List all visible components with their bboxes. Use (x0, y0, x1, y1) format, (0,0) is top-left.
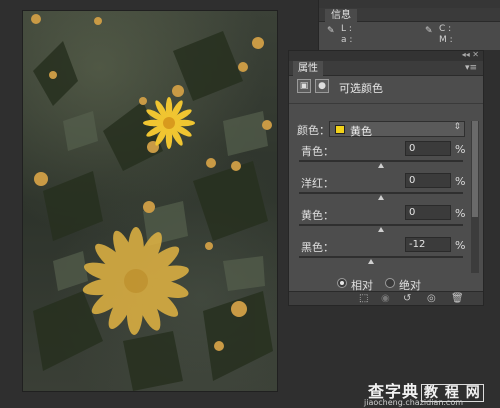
chevron-updown-icon: ⇕ (453, 122, 461, 132)
reset-icon[interactable]: ↺ (403, 293, 411, 304)
yellow-value-input[interactable] (405, 205, 451, 220)
adjustment-header: ▣ ● 可选颜色 (297, 79, 477, 97)
scrollbar-thumb[interactable] (472, 121, 478, 217)
unit-label: % (455, 239, 466, 252)
info-topbar (319, 0, 500, 8)
black-value-input[interactable] (405, 237, 451, 252)
colors-select[interactable]: 黄色 ⇕ (329, 121, 465, 138)
radio-absolute[interactable] (385, 278, 395, 288)
radio-relative[interactable] (337, 278, 347, 288)
clip-to-layer-icon[interactable]: ⬚ (359, 293, 368, 304)
flower-photo (31, 14, 273, 391)
info-cmyk-c: C : (439, 24, 452, 34)
info-tabbar: 信息 (319, 8, 500, 23)
panel-topbar: ◂◂ ✕ (289, 50, 483, 61)
slider-magenta: 洋红： % (297, 173, 467, 200)
adjustment-title: 可选颜色 (339, 82, 383, 95)
color-swatch (335, 125, 345, 134)
slider-thumb[interactable] (378, 195, 384, 200)
watermark-url: jiaocheng.chazidian.com (364, 398, 464, 407)
slider-label: 青色： (301, 145, 334, 158)
properties-tabbar: 属性 ▾≡ (289, 61, 483, 76)
mask-icon[interactable]: ● (315, 79, 329, 93)
panel-collapse-icon[interactable]: ◂◂ ✕ (462, 50, 479, 59)
unit-label: % (455, 207, 466, 220)
properties-footer: ⬚ ◉ ↺ ◎ 🗑 (289, 291, 483, 305)
tab-info[interactable]: 信息 (325, 9, 357, 23)
view-previous-icon[interactable]: ◉ (381, 293, 390, 304)
slider-thumb[interactable] (378, 227, 384, 232)
info-panel: 信息 ✎ L : a : ✎ C : M : (318, 0, 500, 50)
slider-black: 黑色： % (297, 237, 467, 264)
magenta-value-input[interactable] (405, 173, 451, 188)
colors-row: 颜色： 黄色 ⇕ (297, 121, 467, 138)
slider-label: 黑色： (301, 241, 334, 254)
info-lab-l: L : (341, 24, 352, 34)
slider-label: 黄色： (301, 209, 334, 222)
unit-label: % (455, 175, 466, 188)
slider-track[interactable] (299, 160, 463, 162)
divider (289, 103, 483, 104)
eyedropper-icon-cmyk: ✎ (425, 26, 433, 36)
slider-cyan: 青色： % (297, 141, 467, 168)
properties-panel: ◂◂ ✕ 属性 ▾≡ ▣ ● 可选颜色 颜色： 黄色 ⇕ 青色： % 洋红： %… (288, 50, 484, 306)
method-radio-group: 相对 绝对 (337, 277, 457, 292)
daisy-blurred (82, 227, 189, 335)
eyedropper-icon-lab: ✎ (327, 26, 335, 36)
slider-thumb[interactable] (368, 259, 375, 264)
slider-track[interactable] (299, 256, 463, 258)
panel-scrollbar[interactable] (471, 121, 479, 273)
slider-track[interactable] (299, 224, 463, 226)
colors-label: 颜色： (297, 124, 330, 137)
unit-label: % (455, 143, 466, 156)
adjustment-icon[interactable]: ▣ (297, 79, 311, 93)
slider-yellow: 黄色： % (297, 205, 467, 232)
trash-icon[interactable]: 🗑 (451, 293, 464, 304)
cyan-value-input[interactable] (405, 141, 451, 156)
photo-canvas[interactable] (22, 10, 278, 392)
info-lab-a: a : (341, 35, 353, 45)
watermark-logo: 查字典教 程 网 (368, 378, 494, 402)
colors-select-value: 黄色 (350, 125, 372, 138)
panel-menu-icon[interactable]: ▾≡ (465, 63, 477, 73)
info-cmyk-m: M : (439, 35, 453, 45)
slider-thumb[interactable] (378, 163, 384, 168)
slider-track[interactable] (299, 192, 463, 194)
visibility-eye-icon[interactable]: ◎ (427, 293, 436, 304)
slider-label: 洋红： (301, 177, 334, 190)
tab-properties[interactable]: 属性 (293, 61, 323, 76)
